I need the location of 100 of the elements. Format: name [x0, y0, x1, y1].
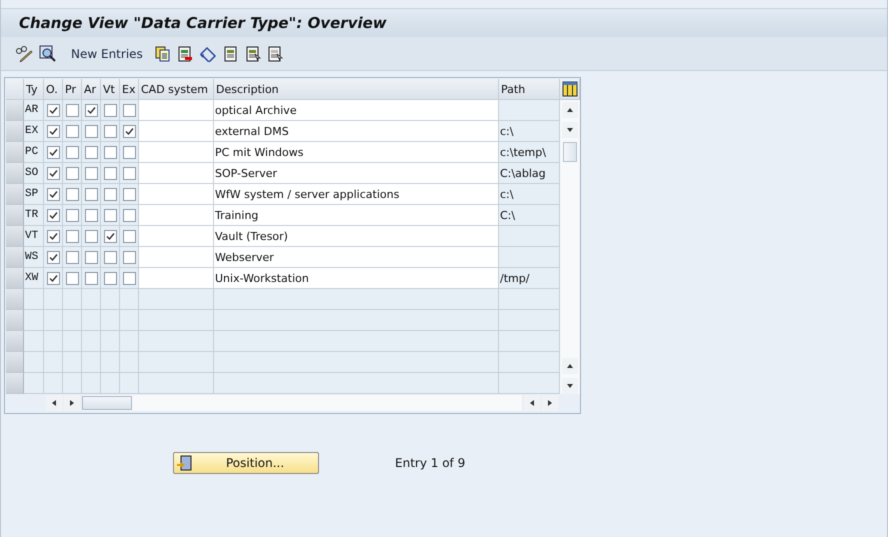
checkbox[interactable]	[122, 146, 136, 158]
checkbox[interactable]	[46, 124, 60, 138]
row-selector[interactable]	[6, 331, 24, 352]
column-header: Vt	[101, 79, 120, 100]
column-header: Ex	[120, 79, 139, 100]
column-settings-icon[interactable]	[560, 79, 580, 100]
table-cell	[101, 310, 120, 331]
table-cell: C:\	[499, 205, 560, 226]
checkbox[interactable]	[104, 250, 116, 264]
row-selector[interactable]	[6, 205, 24, 226]
checkbox[interactable]	[122, 272, 136, 284]
checkbox[interactable]	[66, 272, 78, 284]
checkbox[interactable]	[66, 166, 78, 180]
row-selector[interactable]	[6, 184, 24, 205]
page-up-button[interactable]	[562, 358, 578, 374]
row-selector[interactable]	[6, 373, 24, 394]
checkbox[interactable]	[84, 104, 98, 116]
row-selector[interactable]	[6, 289, 24, 310]
checkbox[interactable]	[46, 146, 60, 158]
table-cell	[101, 352, 120, 373]
table-cell	[44, 331, 63, 352]
table-cell: c:\	[499, 121, 560, 142]
glasses-pencil-icon[interactable]	[14, 44, 34, 62]
scroll-right-button[interactable]	[64, 395, 80, 411]
checkbox[interactable]	[66, 208, 78, 222]
checkbox[interactable]	[66, 250, 78, 264]
row-selector[interactable]	[6, 100, 24, 121]
checkbox[interactable]	[104, 208, 116, 222]
column-header: Ar	[82, 79, 101, 100]
checkbox[interactable]	[46, 272, 60, 284]
row-selector[interactable]	[6, 247, 24, 268]
table-cell: c:\	[499, 184, 560, 205]
checkbox[interactable]	[46, 188, 60, 200]
table-cell: SOP-Server	[214, 163, 499, 184]
checkbox[interactable]	[122, 166, 136, 180]
scroll-thumb[interactable]	[82, 396, 132, 410]
checkbox[interactable]	[104, 104, 116, 116]
checkbox[interactable]	[46, 166, 60, 180]
scroll-right-button[interactable]	[542, 395, 558, 411]
table-cell	[24, 352, 44, 373]
row-selector[interactable]	[6, 226, 24, 247]
table-cell: PC	[24, 142, 44, 163]
checkbox[interactable]	[46, 208, 60, 222]
checkbox[interactable]	[66, 104, 78, 116]
checkbox[interactable]	[66, 124, 78, 138]
search-icon[interactable]	[38, 44, 58, 64]
table-cell	[499, 100, 560, 121]
row-selector[interactable]	[6, 268, 24, 289]
table-cell: c:\temp\	[499, 142, 560, 163]
scroll-thumb[interactable]	[563, 142, 577, 162]
table-cell: C:\ablag	[499, 163, 560, 184]
position-button[interactable]: Position...	[173, 452, 319, 474]
checkbox[interactable]	[84, 230, 98, 242]
table-cell: Training	[214, 205, 499, 226]
checkbox[interactable]	[122, 104, 136, 116]
checkbox[interactable]	[46, 230, 60, 242]
scroll-down-button[interactable]	[562, 122, 578, 138]
checkbox[interactable]	[66, 146, 78, 158]
table-cell: VT	[24, 226, 44, 247]
row-selector[interactable]	[6, 142, 24, 163]
checkbox[interactable]	[46, 250, 60, 264]
checkbox[interactable]	[104, 188, 116, 200]
checkbox[interactable]	[104, 124, 116, 138]
checkbox[interactable]	[104, 166, 116, 180]
checkbox[interactable]	[122, 188, 136, 200]
table-cell	[499, 310, 560, 331]
scroll-up-button[interactable]	[562, 102, 578, 118]
table-cell	[499, 331, 560, 352]
page-down-button[interactable]	[562, 378, 578, 394]
table-cell	[24, 331, 44, 352]
checkbox[interactable]	[84, 250, 98, 264]
table-cell	[44, 352, 63, 373]
undo-icon[interactable]	[198, 44, 218, 62]
row-selector[interactable]	[6, 310, 24, 331]
checkbox[interactable]	[104, 146, 116, 158]
checkbox[interactable]	[104, 272, 116, 284]
row-selector[interactable]	[6, 121, 24, 142]
scroll-left-button[interactable]	[46, 395, 62, 411]
checkbox[interactable]	[122, 124, 136, 138]
checkbox[interactable]	[122, 250, 136, 264]
table-cell	[499, 226, 560, 247]
row-selector[interactable]	[6, 163, 24, 184]
checkbox[interactable]	[84, 208, 98, 222]
checkbox[interactable]	[84, 188, 98, 200]
checkbox[interactable]	[84, 124, 98, 138]
new-entries-button[interactable]: New Entries	[70, 46, 144, 62]
scroll-left-button[interactable]	[524, 395, 540, 411]
row-selector[interactable]	[6, 352, 24, 373]
checkbox[interactable]	[122, 208, 136, 222]
checkbox[interactable]	[84, 166, 98, 180]
checkbox[interactable]	[66, 188, 78, 200]
checkbox[interactable]	[122, 230, 136, 242]
checkbox[interactable]	[66, 230, 78, 242]
checkbox[interactable]	[84, 146, 98, 158]
checkbox[interactable]	[46, 104, 60, 116]
checkbox[interactable]	[104, 230, 116, 242]
copy-icon[interactable]	[154, 44, 172, 62]
checkbox[interactable]	[84, 272, 98, 284]
table-cell: PC mit Windows	[214, 142, 499, 163]
table-cell: EX	[24, 121, 44, 142]
